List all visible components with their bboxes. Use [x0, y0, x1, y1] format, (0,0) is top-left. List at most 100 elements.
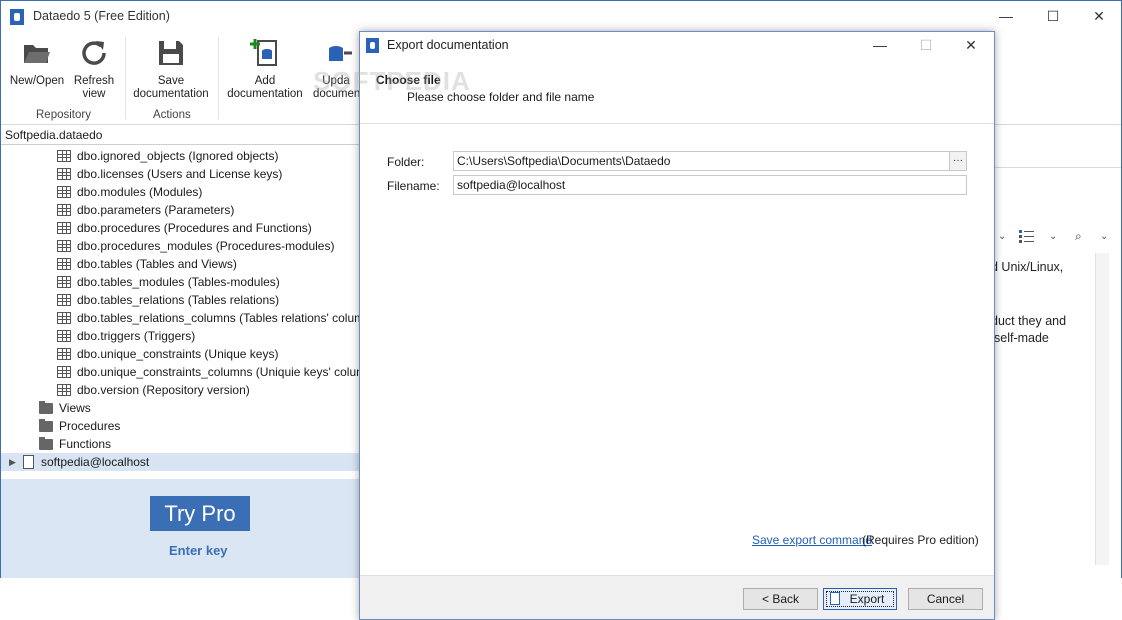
chevron-down-icon[interactable]: ⌄ — [998, 231, 1006, 242]
save-export-command-link[interactable]: Save export command — [752, 533, 872, 547]
folder-icon — [39, 419, 53, 432]
tree-item-table[interactable]: dbo.unique_constraints_columns (Uniquie … — [1, 363, 383, 381]
table-icon — [57, 276, 71, 288]
cancel-button[interactable]: Cancel — [908, 588, 983, 610]
tree-item-table[interactable]: dbo.tables (Tables and Views) — [1, 255, 361, 273]
tree-item-label: dbo.ignored_objects (Ignored objects) — [77, 149, 279, 163]
tree-item-label: Procedures — [59, 419, 121, 433]
tree-item-label: softpedia@localhost — [41, 455, 150, 469]
minimize-button[interactable]: — — [994, 6, 1018, 26]
tree-item-folder-views[interactable]: Views — [1, 399, 361, 417]
back-button[interactable]: < Back — [743, 588, 818, 610]
tree-item-label: dbo.triggers (Triggers) — [77, 329, 196, 343]
folder-icon — [39, 437, 53, 450]
editor-text-line: self-made — [994, 331, 1049, 345]
tree-item-label: dbo.version (Repository version) — [77, 383, 250, 397]
table-icon — [57, 168, 71, 180]
table-icon — [57, 240, 71, 252]
tree-item-label: dbo.unique_constraints (Unique keys) — [77, 347, 279, 361]
editor-pane: ⌄ ⌄ ⌕ ⌄ — [995, 125, 1121, 578]
binoculars-icon[interactable]: ⌕ — [1075, 229, 1082, 244]
chevron-down-icon[interactable]: ⌄ — [1049, 231, 1057, 242]
dialog-minimize-button[interactable]: — — [868, 35, 892, 55]
update-document-icon — [329, 46, 352, 61]
add-label-2: documentation — [227, 88, 303, 100]
tree-item-table[interactable]: dbo.version (Repository version) — [1, 381, 361, 399]
new-open-label: New/Open — [9, 75, 65, 87]
browse-folder-button[interactable]: ··· — [949, 151, 967, 171]
tree-item-table[interactable]: dbo.licenses (Users and License keys) — [1, 165, 361, 183]
tree-item-table[interactable]: dbo.ignored_objects (Ignored objects) — [1, 147, 361, 165]
dialog-title-bar: Export documentation — ☐ ✕ — [360, 32, 994, 58]
chevron-down-icon[interactable]: ⌄ — [1100, 231, 1108, 242]
table-icon — [57, 186, 71, 198]
try-pro-button[interactable]: Try Pro — [150, 496, 250, 531]
add-document-icon — [250, 39, 277, 66]
tree-item-table[interactable]: dbo.procedures_modules (Procedures-modul… — [1, 237, 361, 255]
folder-label: Folder: — [387, 155, 425, 169]
dialog-title: Export documentation — [387, 38, 509, 52]
refresh-icon — [82, 41, 106, 65]
table-icon — [57, 222, 71, 234]
table-icon — [57, 258, 71, 270]
tree-item-table[interactable]: dbo.tables_modules (Tables-modules) — [1, 273, 361, 291]
tree-item-label: dbo.modules (Modules) — [77, 185, 203, 199]
folder-input[interactable]: C:\Users\Softpedia\Documents\Dataedo — [453, 151, 950, 171]
tree-item-folder-functions[interactable]: Functions — [1, 435, 361, 453]
tree-item-label: dbo.tables (Tables and Views) — [77, 257, 237, 271]
tree-item-label: dbo.procedures (Procedures and Functions… — [77, 221, 312, 235]
close-button[interactable]: ✕ — [1087, 6, 1111, 26]
tree-item-table[interactable]: dbo.modules (Modules) — [1, 183, 361, 201]
tree-item-table[interactable]: dbo.tables_relations_columns (Tables rel… — [1, 309, 381, 327]
tree-item-folder-procedures[interactable]: Procedures — [1, 417, 361, 435]
tree-item-table[interactable]: dbo.tables_relations (Tables relations) — [1, 291, 361, 309]
title-bar: Dataedo 5 (Free Edition) — ☐ ✕ — [1, 1, 1121, 31]
folder-open-icon — [24, 45, 50, 63]
tree-item-table[interactable]: dbo.triggers (Triggers) — [1, 327, 361, 345]
export-document-icon — [830, 592, 840, 605]
watermark-logo: SOFTPEDIA — [313, 66, 471, 97]
database-document-icon — [23, 455, 34, 469]
enter-key-link[interactable]: Enter key — [169, 543, 228, 558]
dialog-close-button[interactable]: ✕ — [959, 35, 983, 55]
add-documentation-button[interactable]: Add documentation — [225, 35, 305, 101]
save-label-2: documentation — [133, 88, 209, 100]
repository-bar: Softpedia.dataedo — [1, 125, 361, 145]
filename-label: Filename: — [387, 179, 440, 193]
tree-item-label: dbo.licenses (Users and License keys) — [77, 167, 283, 181]
wizard-body: Folder: C:\Users\Softpedia\Documents\Dat… — [360, 124, 994, 575]
filename-input[interactable]: softpedia@localhost — [453, 175, 967, 195]
maximize-button[interactable]: ☐ — [1041, 6, 1065, 26]
group-label-repository: Repository — [36, 109, 91, 121]
watermark-text: SOFTPEDIA — [313, 66, 471, 96]
refresh-label-1: Refresh — [73, 75, 115, 87]
table-icon — [57, 204, 71, 216]
tree-item-connection[interactable]: ▶ softpedia@localhost — [1, 453, 361, 471]
export-button[interactable]: Export — [823, 588, 897, 610]
save-documentation-button[interactable]: Save documentation — [131, 35, 211, 101]
list-format-icon[interactable] — [1019, 229, 1035, 243]
app-logo-icon — [366, 38, 379, 53]
tree-item-label: dbo.tables_relations (Tables relations) — [77, 293, 280, 307]
group-separator — [125, 37, 126, 119]
tree-item-table[interactable]: dbo.procedures (Procedures and Functions… — [1, 219, 361, 237]
tree-item-label: dbo.parameters (Parameters) — [77, 203, 235, 217]
new-open-button[interactable]: New/Open — [9, 35, 65, 88]
wizard-footer: < Back Export Cancel — [360, 575, 994, 619]
vertical-scrollbar[interactable] — [1095, 253, 1109, 565]
group-separator — [218, 37, 219, 119]
tree-item-label: dbo.tables_relations_columns (Tables rel… — [77, 311, 381, 325]
tree-item-table[interactable]: dbo.parameters (Parameters) — [1, 201, 361, 219]
save-label-1: Save — [157, 75, 185, 87]
export-documentation-dialog: Export documentation — ☐ ✕ Choose file P… — [359, 31, 995, 620]
folder-icon — [39, 401, 53, 414]
tree-item-table[interactable]: dbo.unique_constraints (Unique keys) — [1, 345, 361, 363]
dialog-maximize-button: ☐ — [919, 37, 933, 53]
save-disk-icon — [159, 41, 183, 65]
refresh-view-button[interactable]: Refresh view — [71, 35, 117, 101]
tree-item-label: dbo.tables_modules (Tables-modules) — [77, 275, 280, 289]
refresh-label-2: view — [82, 88, 106, 100]
repository-tree: dbo.ignored_objects (Ignored objects) db… — [1, 147, 383, 477]
table-icon — [57, 150, 71, 162]
table-icon — [57, 384, 71, 396]
